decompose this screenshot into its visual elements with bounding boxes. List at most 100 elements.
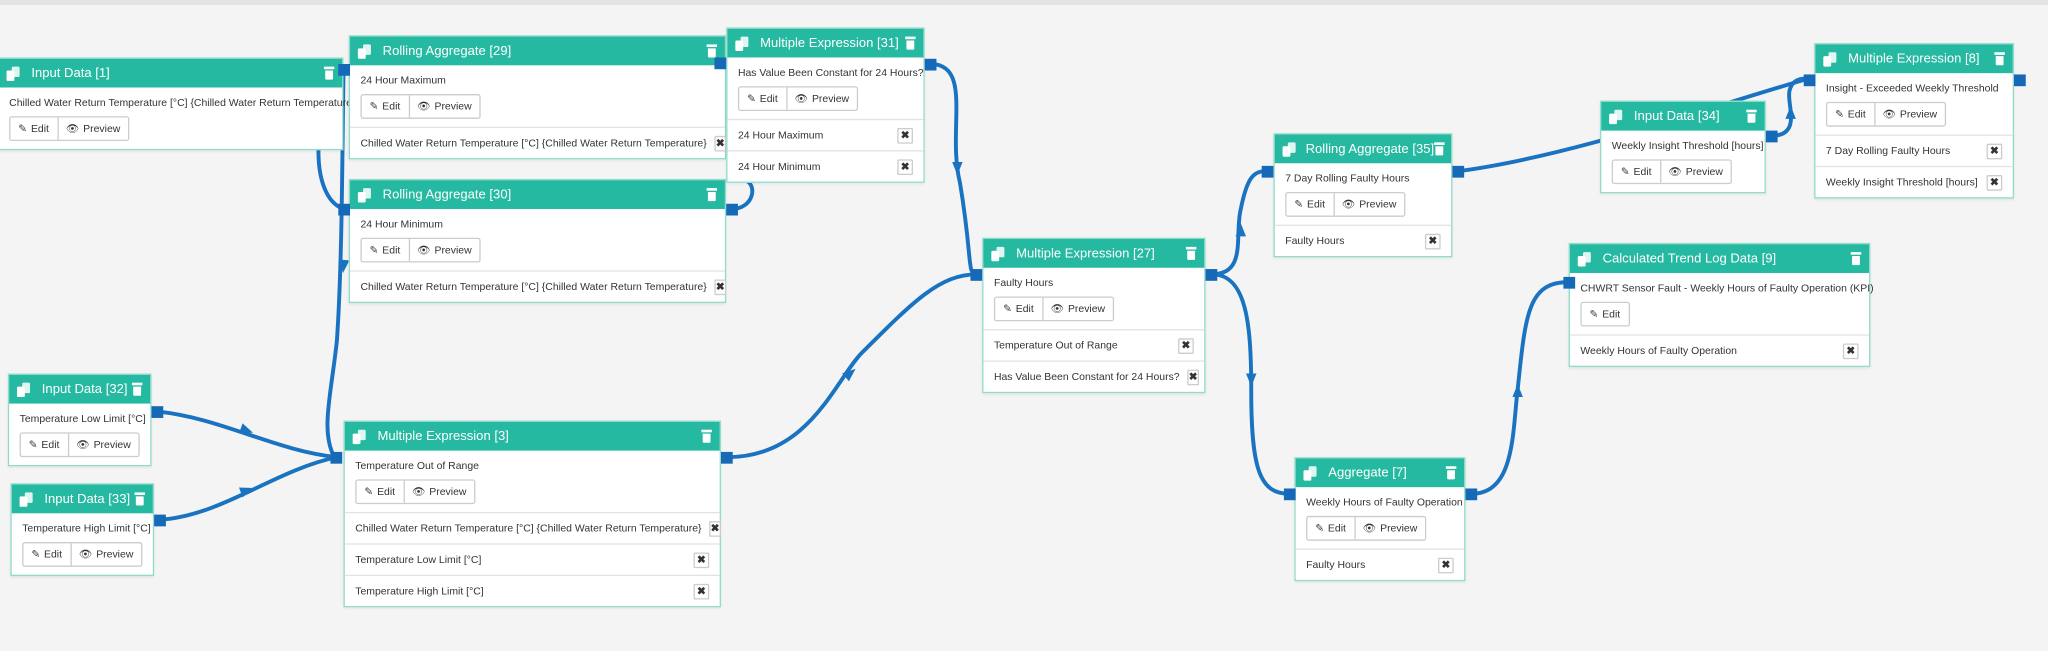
remove-input-button[interactable]: ✖ [714,278,726,295]
connection-port[interactable] [151,406,164,418]
node-n32[interactable]: Input Data [32] Temperature Low Limit [°C… [7,373,152,467]
edit-button[interactable]: ✎ Edit [21,434,67,456]
connection-wire[interactable] [1211,169,1268,277]
connection-port[interactable] [720,451,733,464]
preview-button[interactable]: 👁 Preview [1659,160,1730,183]
preview-button[interactable]: 👁 Preview [1353,517,1425,540]
trash-icon[interactable] [706,188,718,202]
node-header[interactable]: Input Data [33] [11,484,153,514]
trash-icon[interactable] [1434,142,1445,156]
connection-port[interactable] [338,203,351,216]
remove-input-button[interactable]: ✖ [693,551,710,568]
preview-button[interactable]: 👁 Preview [408,95,479,118]
node-header[interactable]: Multiple Expression [31] [727,28,924,58]
trash-icon[interactable] [134,492,145,506]
node-header[interactable]: Calculated Trend Log Data [9] [1569,244,1870,273]
connection-port[interactable] [714,57,727,70]
remove-input-button[interactable]: ✖ [693,583,710,599]
preview-button[interactable]: 👁 Preview [1041,297,1113,320]
connection-port[interactable] [1465,488,1478,501]
connection-port[interactable] [1205,269,1218,281]
edit-button[interactable]: ✎ Edit [10,118,56,140]
remove-input-button[interactable]: ✖ [897,127,913,144]
connection-port[interactable] [1563,276,1576,289]
node-n3[interactable]: Multiple Expression [3] Temperature Out o… [343,420,721,608]
node-n35[interactable]: Rolling Aggregate [35] 7 Day Rolling Faul… [1273,133,1453,258]
edit-button[interactable]: ✎ Edit [24,543,70,565]
trash-icon[interactable] [706,44,718,58]
connection-wire[interactable] [727,272,977,460]
connection-wire[interactable] [1471,280,1569,496]
node-header[interactable]: Input Data [34] [1601,101,1765,131]
node-n1[interactable]: Input Data [1] Chilled Water Return Tempe… [0,57,355,151]
connection-port[interactable] [154,514,166,527]
trash-icon[interactable] [701,429,712,443]
preview-button[interactable]: 👁 Preview [785,87,857,110]
node-header[interactable]: Input Data [32] [9,374,151,404]
edit-button[interactable]: ✎ Edit [1827,103,1873,125]
edit-button[interactable]: ✎ Edit [357,481,403,503]
trash-icon[interactable] [1994,52,2005,66]
remove-input-button[interactable]: ✖ [897,158,913,175]
connection-port[interactable] [726,203,738,216]
remove-input-button[interactable]: ✖ [1424,233,1441,249]
node-n9[interactable]: Calculated Trend Log Data [9] CHWRT Senso… [1568,242,1874,368]
connection-wire[interactable] [156,409,338,460]
node-header[interactable]: Rolling Aggregate [29] [350,36,725,66]
trash-icon[interactable] [131,382,143,396]
connection-port[interactable] [338,63,351,76]
node-header[interactable]: Multiple Expression [27] [983,239,1205,268]
remove-input-button[interactable]: ✖ [714,135,726,151]
connection-port[interactable] [1803,74,1816,87]
connection-port[interactable] [1261,165,1274,178]
node-n34[interactable]: Input Data [34] Weekly Insight Threshold … [1599,100,1766,194]
trash-icon[interactable] [1185,246,1197,260]
remove-input-button[interactable]: ✖ [709,520,721,537]
connection-port[interactable] [924,58,937,71]
edit-button[interactable]: ✎ Edit [362,95,408,117]
preview-button[interactable]: 👁 Preview [56,117,128,140]
preview-button[interactable]: 👁 Preview [1332,193,1404,216]
connection-port[interactable] [330,451,343,464]
edit-button[interactable]: ✎ Edit [1287,193,1333,215]
preview-button[interactable]: 👁 Preview [402,480,474,503]
edit-button[interactable]: ✎ Edit [995,298,1041,320]
trash-icon[interactable] [905,36,916,50]
node-n30[interactable]: Rolling Aggregate [30] 24 Hour Minimum ✎ Ed… [348,178,727,304]
node-n7[interactable]: Aggregate [7] Weekly Hours of Faulty Oper… [1294,457,1466,582]
trash-icon[interactable] [323,66,335,80]
trash-icon[interactable] [1445,466,1457,480]
remove-input-button[interactable]: ✖ [1986,174,2003,191]
remove-input-button[interactable]: ✖ [1178,337,1194,354]
remove-input-button[interactable]: ✖ [1187,368,1199,385]
node-n33[interactable]: Input Data [33] Temperature High Limit [°… [10,483,155,576]
preview-button[interactable]: 👁 Preview [1873,103,1945,126]
connection-port[interactable] [1765,130,1778,143]
remove-input-button[interactable]: ✖ [1842,342,1859,359]
node-n27[interactable]: Multiple Expression [27] Faulty Hours ✎ Edi… [982,237,1206,394]
remove-input-button[interactable]: ✖ [1438,557,1454,573]
connection-port[interactable] [1452,165,1465,178]
trash-icon[interactable] [1850,252,1862,266]
connection-wire[interactable] [931,62,978,277]
node-header[interactable]: Input Data [1] [0,58,343,88]
edit-button[interactable]: ✎ Edit [362,239,408,261]
node-header[interactable]: Rolling Aggregate [35] [1274,134,1452,164]
node-n31[interactable]: Multiple Expression [31] Has Value Been C… [726,27,925,183]
node-header[interactable]: Multiple Expression [3] [344,421,720,451]
edit-button[interactable]: ✎ Edit [1613,161,1659,183]
preview-button[interactable]: 👁 Preview [69,543,141,566]
edit-button[interactable]: ✎ Edit [1307,517,1353,539]
node-header[interactable]: Rolling Aggregate [30] [350,180,725,209]
trash-icon[interactable] [1746,109,1757,123]
node-n8[interactable]: Multiple Expression [8] Insight - Exceede… [1814,43,2015,199]
node-n29[interactable]: Rolling Aggregate [29] 24 Hour Maximum ✎ Ed… [348,35,727,160]
preview-button[interactable]: 👁 Preview [408,239,479,262]
node-header[interactable]: Aggregate [7] [1295,458,1465,488]
remove-input-button[interactable]: ✖ [1986,143,2003,159]
connection-port[interactable] [1283,488,1296,501]
preview-button[interactable]: 👁 Preview [67,433,138,456]
node-header[interactable]: Multiple Expression [8] [1815,44,2013,74]
edit-button[interactable]: ✎ Edit [739,88,785,110]
connection-port[interactable] [970,269,983,281]
